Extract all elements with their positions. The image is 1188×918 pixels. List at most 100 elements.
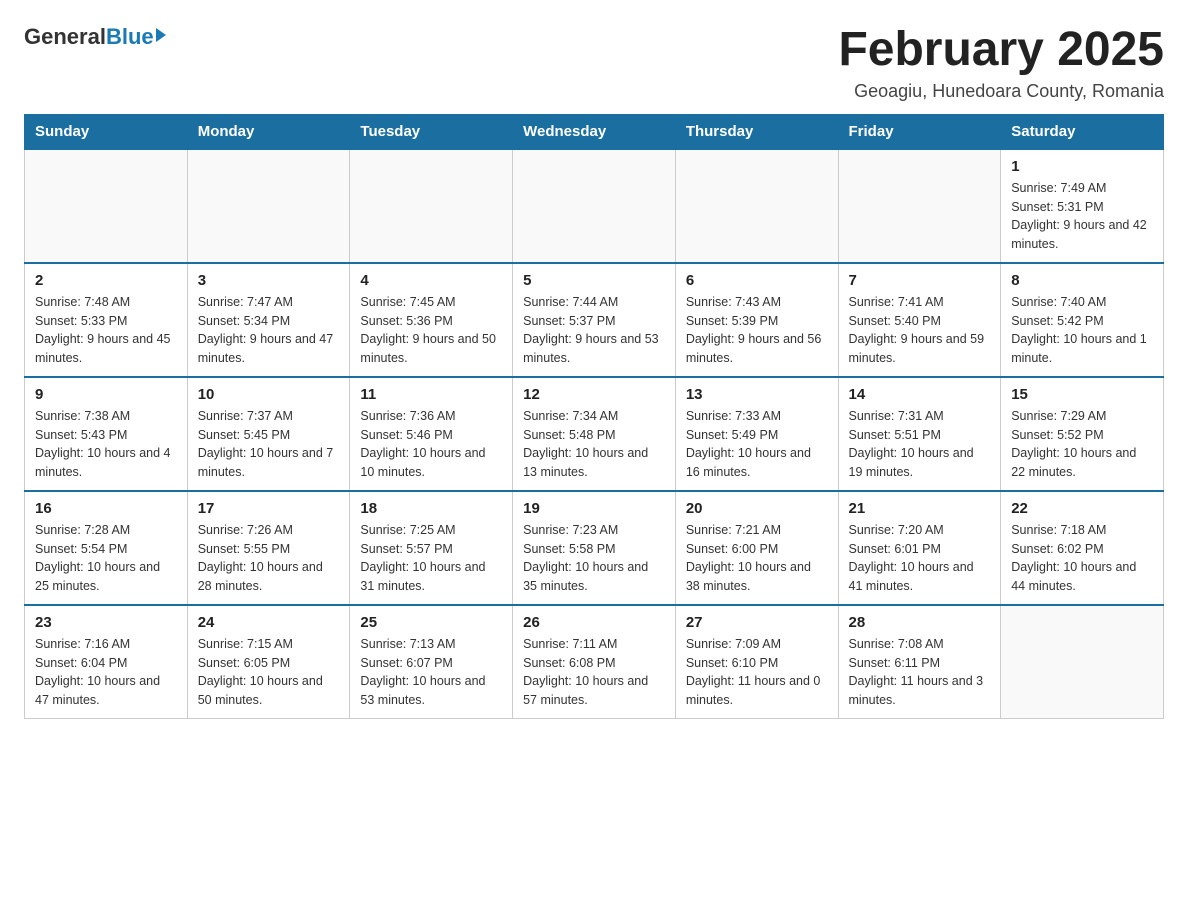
day-number: 16 <box>35 500 177 517</box>
calendar-cell: 23 Sunrise: 7:16 AMSunset: 6:04 PMDayligh… <box>25 605 188 719</box>
day-info: Sunrise: 7:38 AMSunset: 5:43 PMDaylight:… <box>35 407 177 482</box>
day-number: 12 <box>523 386 665 403</box>
calendar-cell: 1 Sunrise: 7:49 AMSunset: 5:31 PMDaylight… <box>1001 149 1164 263</box>
day-number: 24 <box>198 614 340 631</box>
day-number: 18 <box>360 500 502 517</box>
day-info: Sunrise: 7:40 AMSunset: 5:42 PMDaylight:… <box>1011 293 1153 368</box>
day-number: 6 <box>686 272 828 289</box>
calendar-table: SundayMondayTuesdayWednesdayThursdayFrid… <box>24 114 1164 719</box>
logo-arrow-icon <box>156 28 166 42</box>
day-number: 25 <box>360 614 502 631</box>
calendar-cell <box>25 149 188 263</box>
calendar-cell <box>675 149 838 263</box>
day-number: 3 <box>198 272 340 289</box>
weekday-header-thursday: Thursday <box>675 114 838 149</box>
logo-general-text: General <box>24 24 106 50</box>
day-number: 21 <box>849 500 991 517</box>
calendar-cell <box>1001 605 1164 719</box>
day-info: Sunrise: 7:48 AMSunset: 5:33 PMDaylight:… <box>35 293 177 368</box>
calendar-cell: 20 Sunrise: 7:21 AMSunset: 6:00 PMDayligh… <box>675 491 838 605</box>
logo-blue-part: Blue <box>106 24 166 50</box>
calendar-cell: 5 Sunrise: 7:44 AMSunset: 5:37 PMDaylight… <box>513 263 676 377</box>
calendar-cell <box>838 149 1001 263</box>
day-info: Sunrise: 7:36 AMSunset: 5:46 PMDaylight:… <box>360 407 502 482</box>
day-info: Sunrise: 7:26 AMSunset: 5:55 PMDaylight:… <box>198 521 340 596</box>
calendar-cell: 22Sunrise: 7:18 AMSunset: 6:02 PMDayligh… <box>1001 491 1164 605</box>
weekday-header-row: SundayMondayTuesdayWednesdayThursdayFrid… <box>25 114 1164 149</box>
calendar-cell: 19 Sunrise: 7:23 AMSunset: 5:58 PMDayligh… <box>513 491 676 605</box>
day-number: 28 <box>849 614 991 631</box>
calendar-cell <box>350 149 513 263</box>
day-number: 20 <box>686 500 828 517</box>
day-number: 2 <box>35 272 177 289</box>
day-info: Sunrise: 7:34 AMSunset: 5:48 PMDaylight:… <box>523 407 665 482</box>
day-info: Sunrise: 7:41 AMSunset: 5:40 PMDaylight:… <box>849 293 991 368</box>
calendar-cell: 21 Sunrise: 7:20 AMSunset: 6:01 PMDayligh… <box>838 491 1001 605</box>
calendar-cell: 2 Sunrise: 7:48 AMSunset: 5:33 PMDaylight… <box>25 263 188 377</box>
day-number: 13 <box>686 386 828 403</box>
day-number: 9 <box>35 386 177 403</box>
title-block: February 2025 Geoagiu, Hunedoara County,… <box>838 24 1164 102</box>
day-number: 22 <box>1011 500 1153 517</box>
calendar-cell: 24 Sunrise: 7:15 AMSunset: 6:05 PMDayligh… <box>187 605 350 719</box>
day-info: Sunrise: 7:20 AMSunset: 6:01 PMDaylight:… <box>849 521 991 596</box>
day-info: Sunrise: 7:11 AMSunset: 6:08 PMDaylight:… <box>523 635 665 710</box>
day-info: Sunrise: 7:15 AMSunset: 6:05 PMDaylight:… <box>198 635 340 710</box>
day-info: Sunrise: 7:43 AMSunset: 5:39 PMDaylight:… <box>686 293 828 368</box>
day-number: 4 <box>360 272 502 289</box>
calendar-title: February 2025 <box>838 24 1164 77</box>
day-info: Sunrise: 7:23 AMSunset: 5:58 PMDaylight:… <box>523 521 665 596</box>
week-row-2: 9 Sunrise: 7:38 AMSunset: 5:43 PMDaylight… <box>25 377 1164 491</box>
calendar-cell: 26 Sunrise: 7:11 AMSunset: 6:08 PMDayligh… <box>513 605 676 719</box>
weekday-header-sunday: Sunday <box>25 114 188 149</box>
weekday-header-tuesday: Tuesday <box>350 114 513 149</box>
day-info: Sunrise: 7:13 AMSunset: 6:07 PMDaylight:… <box>360 635 502 710</box>
calendar-cell: 16 Sunrise: 7:28 AMSunset: 5:54 PMDayligh… <box>25 491 188 605</box>
day-info: Sunrise: 7:44 AMSunset: 5:37 PMDaylight:… <box>523 293 665 368</box>
day-info: Sunrise: 7:31 AMSunset: 5:51 PMDaylight:… <box>849 407 991 482</box>
day-info: Sunrise: 7:33 AMSunset: 5:49 PMDaylight:… <box>686 407 828 482</box>
day-info: Sunrise: 7:21 AMSunset: 6:00 PMDaylight:… <box>686 521 828 596</box>
day-number: 8 <box>1011 272 1153 289</box>
calendar-cell: 4 Sunrise: 7:45 AMSunset: 5:36 PMDaylight… <box>350 263 513 377</box>
day-number: 11 <box>360 386 502 403</box>
day-number: 19 <box>523 500 665 517</box>
day-info: Sunrise: 7:37 AMSunset: 5:45 PMDaylight:… <box>198 407 340 482</box>
day-info: Sunrise: 7:45 AMSunset: 5:36 PMDaylight:… <box>360 293 502 368</box>
calendar-cell: 15Sunrise: 7:29 AMSunset: 5:52 PMDayligh… <box>1001 377 1164 491</box>
weekday-header-friday: Friday <box>838 114 1001 149</box>
calendar-cell: 28Sunrise: 7:08 AMSunset: 6:11 PMDayligh… <box>838 605 1001 719</box>
day-number: 10 <box>198 386 340 403</box>
day-number: 26 <box>523 614 665 631</box>
week-row-0: 1 Sunrise: 7:49 AMSunset: 5:31 PMDaylight… <box>25 149 1164 263</box>
page-header: General Blue February 2025 Geoagiu, Hune… <box>24 24 1164 102</box>
day-info: Sunrise: 7:09 AMSunset: 6:10 PMDaylight:… <box>686 635 828 710</box>
day-number: 5 <box>523 272 665 289</box>
day-info: Sunrise: 7:16 AMSunset: 6:04 PMDaylight:… <box>35 635 177 710</box>
week-row-1: 2 Sunrise: 7:48 AMSunset: 5:33 PMDaylight… <box>25 263 1164 377</box>
calendar-cell <box>187 149 350 263</box>
day-number: 17 <box>198 500 340 517</box>
day-info: Sunrise: 7:28 AMSunset: 5:54 PMDaylight:… <box>35 521 177 596</box>
calendar-cell: 13 Sunrise: 7:33 AMSunset: 5:49 PMDayligh… <box>675 377 838 491</box>
calendar-subtitle: Geoagiu, Hunedoara County, Romania <box>838 81 1164 102</box>
calendar-cell: 9 Sunrise: 7:38 AMSunset: 5:43 PMDaylight… <box>25 377 188 491</box>
calendar-cell: 10 Sunrise: 7:37 AMSunset: 5:45 PMDayligh… <box>187 377 350 491</box>
day-number: 23 <box>35 614 177 631</box>
calendar-cell <box>513 149 676 263</box>
calendar-cell: 11 Sunrise: 7:36 AMSunset: 5:46 PMDayligh… <box>350 377 513 491</box>
calendar-cell: 18Sunrise: 7:25 AMSunset: 5:57 PMDayligh… <box>350 491 513 605</box>
weekday-header-monday: Monday <box>187 114 350 149</box>
day-number: 27 <box>686 614 828 631</box>
calendar-cell: 8 Sunrise: 7:40 AMSunset: 5:42 PMDaylight… <box>1001 263 1164 377</box>
logo-blue-text: Blue <box>106 24 154 50</box>
day-info: Sunrise: 7:47 AMSunset: 5:34 PMDaylight:… <box>198 293 340 368</box>
day-number: 15 <box>1011 386 1153 403</box>
calendar-cell: 7Sunrise: 7:41 AMSunset: 5:40 PMDaylight… <box>838 263 1001 377</box>
day-info: Sunrise: 7:49 AMSunset: 5:31 PMDaylight:… <box>1011 179 1153 254</box>
day-number: 1 <box>1011 158 1153 175</box>
calendar-cell: 6 Sunrise: 7:43 AMSunset: 5:39 PMDaylight… <box>675 263 838 377</box>
calendar-cell: 17 Sunrise: 7:26 AMSunset: 5:55 PMDayligh… <box>187 491 350 605</box>
calendar-cell: 12 Sunrise: 7:34 AMSunset: 5:48 PMDayligh… <box>513 377 676 491</box>
calendar-cell: 25 Sunrise: 7:13 AMSunset: 6:07 PMDayligh… <box>350 605 513 719</box>
